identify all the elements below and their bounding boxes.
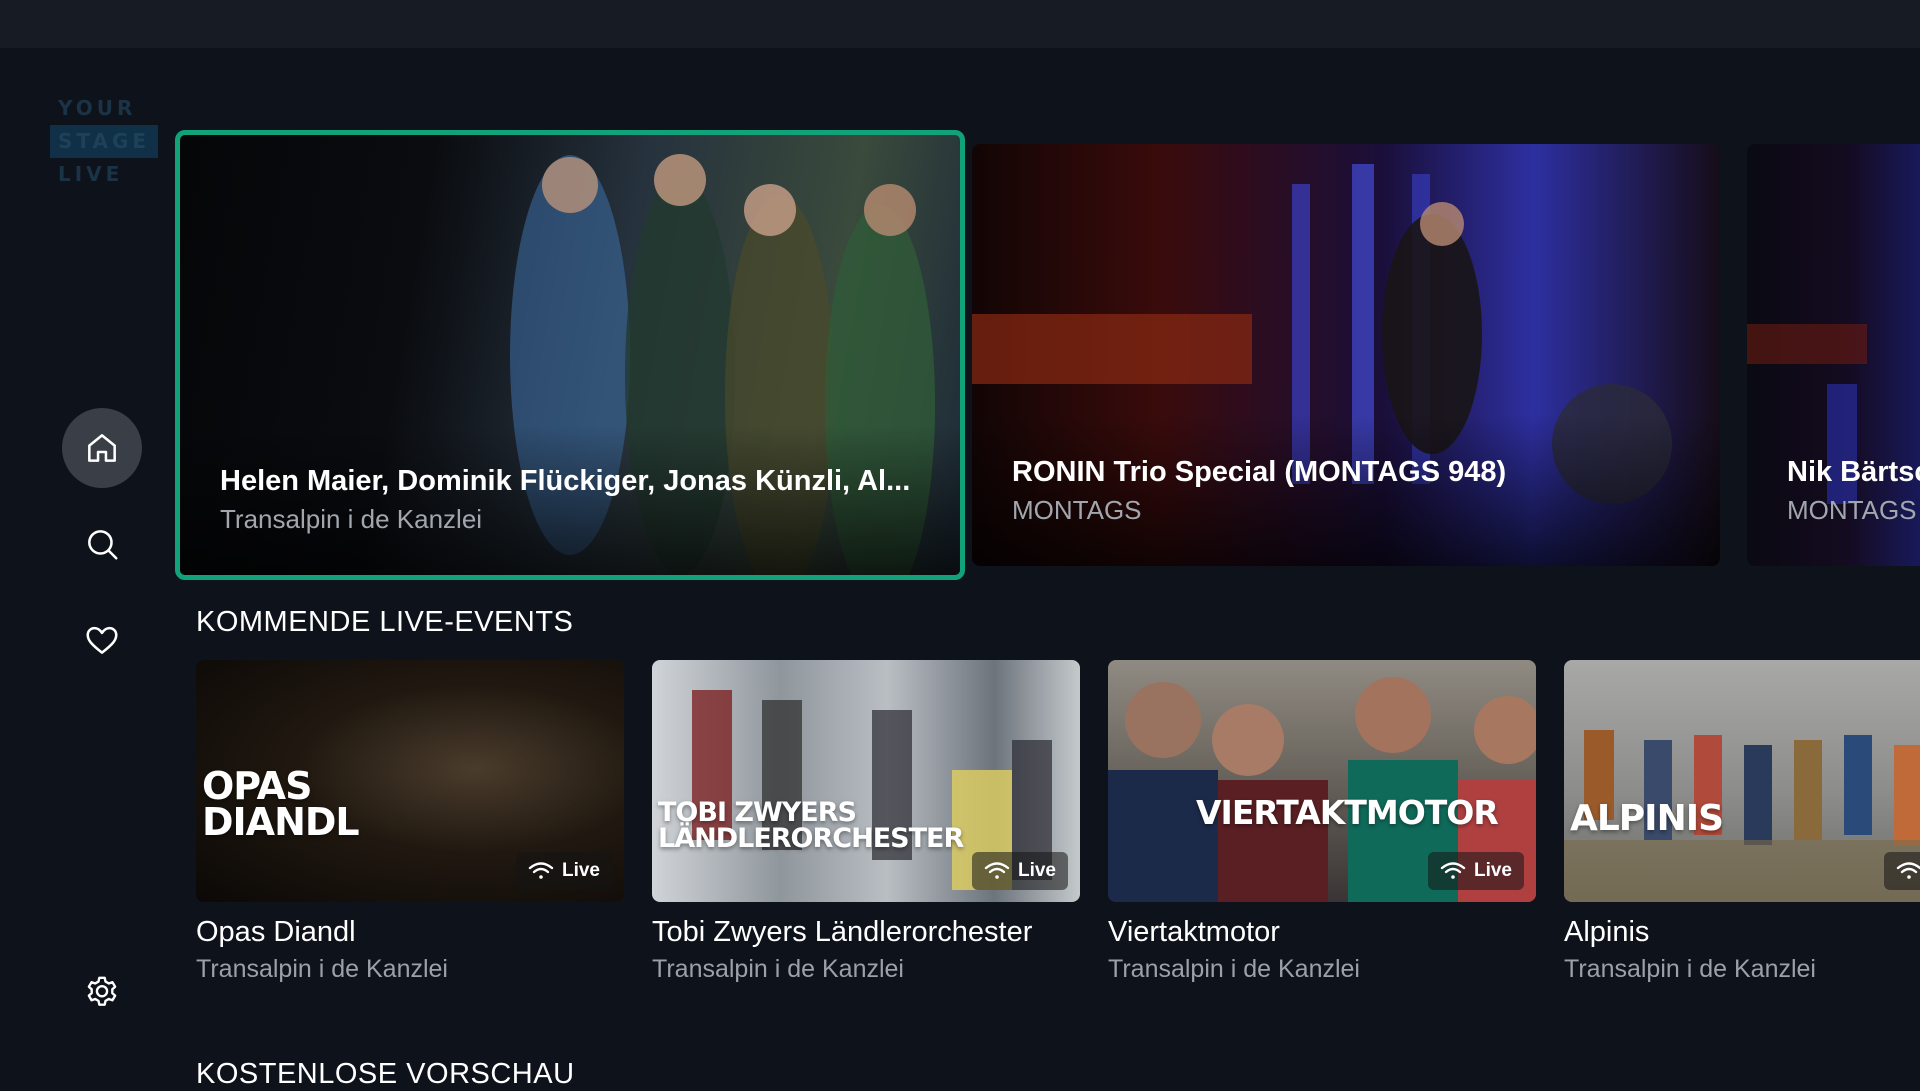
event-card[interactable]: TOBI ZWYERS LÄNDLERORCHESTER Live Tobi Zw… bbox=[652, 660, 1080, 984]
live-badge: Live bbox=[1883, 852, 1920, 890]
top-bar bbox=[0, 0, 1920, 48]
event-venue: Transalpin i de Kanzlei bbox=[1564, 955, 1816, 983]
thumbnail-brand-tobi: TOBI ZWYERS LÄNDLERORCHESTER bbox=[658, 797, 964, 854]
event-thumbnail: VIERTAKTMOTOR Live bbox=[1108, 660, 1536, 902]
live-badge: Live bbox=[1427, 852, 1524, 890]
section-title-preview: KOSTENLOSE VORSCHAU bbox=[196, 1058, 575, 1090]
wifi-icon bbox=[1896, 862, 1920, 879]
wifi-icon bbox=[1440, 862, 1466, 879]
search-icon bbox=[88, 530, 118, 560]
event-thumbnail: TOBI ZWYERS LÄNDLERORCHESTER Live bbox=[652, 660, 1080, 902]
event-thumbnail: ALPINIS Live bbox=[1564, 660, 1920, 902]
event-venue: Transalpin i de Kanzlei bbox=[1108, 955, 1360, 983]
sidebar-nav bbox=[0, 0, 200, 1080]
live-label: Live bbox=[1473, 860, 1512, 881]
event-name: Alpinis bbox=[1564, 916, 1650, 948]
event-card[interactable]: ALPINIS Live Alpinis Transalpin i de Kan… bbox=[1564, 660, 1920, 984]
nav-search-button[interactable] bbox=[62, 504, 142, 584]
live-badge: Live bbox=[971, 852, 1068, 890]
home-icon bbox=[88, 434, 116, 462]
hero-card-2[interactable]: RONIN Trio Special (MONTAGS 948) MONTAGS bbox=[972, 144, 1720, 566]
nav-settings-button[interactable] bbox=[62, 952, 142, 1032]
gear-icon bbox=[87, 976, 117, 1006]
hero-card-3[interactable]: Nik Bärtsc MONTAGS bbox=[1747, 144, 1920, 566]
event-card[interactable]: VIERTAKTMOTOR Live Viertaktmotor Transal… bbox=[1108, 660, 1536, 984]
live-label: Live bbox=[1017, 860, 1056, 881]
event-name: Opas Diandl bbox=[196, 916, 356, 948]
event-thumbnail: OPAS DIANDL Live bbox=[196, 660, 624, 902]
section-title-upcoming: KOMMENDE LIVE-EVENTS bbox=[196, 606, 574, 638]
hero-subtitle: MONTAGS bbox=[1787, 495, 1917, 525]
hero-title: Nik Bärtsc bbox=[1787, 456, 1920, 488]
event-venue: Transalpin i de Kanzlei bbox=[652, 955, 904, 983]
thumbnail-brand-opas: OPAS DIANDL bbox=[202, 764, 360, 845]
wifi-icon bbox=[984, 862, 1010, 879]
thumbnail-brand-alpinis: ALPINIS bbox=[1570, 798, 1724, 839]
event-name: Viertaktmotor bbox=[1108, 916, 1280, 948]
event-venue: Transalpin i de Kanzlei bbox=[196, 955, 448, 983]
hero-subtitle: Transalpin i de Kanzlei bbox=[220, 504, 483, 534]
hero-title: RONIN Trio Special (MONTAGS 948) bbox=[1012, 456, 1507, 488]
live-badge: Live bbox=[515, 852, 612, 890]
wifi-icon bbox=[528, 862, 554, 879]
thumbnail-image-ensemble bbox=[1564, 730, 1920, 902]
hero-card-featured[interactable]: Helen Maier, Dominik Flückiger, Jonas Kü… bbox=[175, 130, 965, 580]
thumbnail-brand-viertaktmotor: VIERTAKTMOTOR bbox=[1196, 793, 1499, 832]
nav-favorites-button[interactable] bbox=[62, 600, 142, 680]
heart-icon bbox=[86, 626, 118, 654]
live-label: Live bbox=[561, 860, 600, 881]
event-name: Tobi Zwyers Ländlerorchester bbox=[652, 916, 1033, 948]
event-card[interactable]: OPAS DIANDL Live Opas Diandl Transalpin i… bbox=[196, 660, 624, 984]
hero-subtitle: MONTAGS bbox=[1012, 495, 1142, 525]
nav-home-button[interactable] bbox=[62, 408, 142, 488]
hero-title: Helen Maier, Dominik Flückiger, Jonas Kü… bbox=[220, 465, 911, 497]
